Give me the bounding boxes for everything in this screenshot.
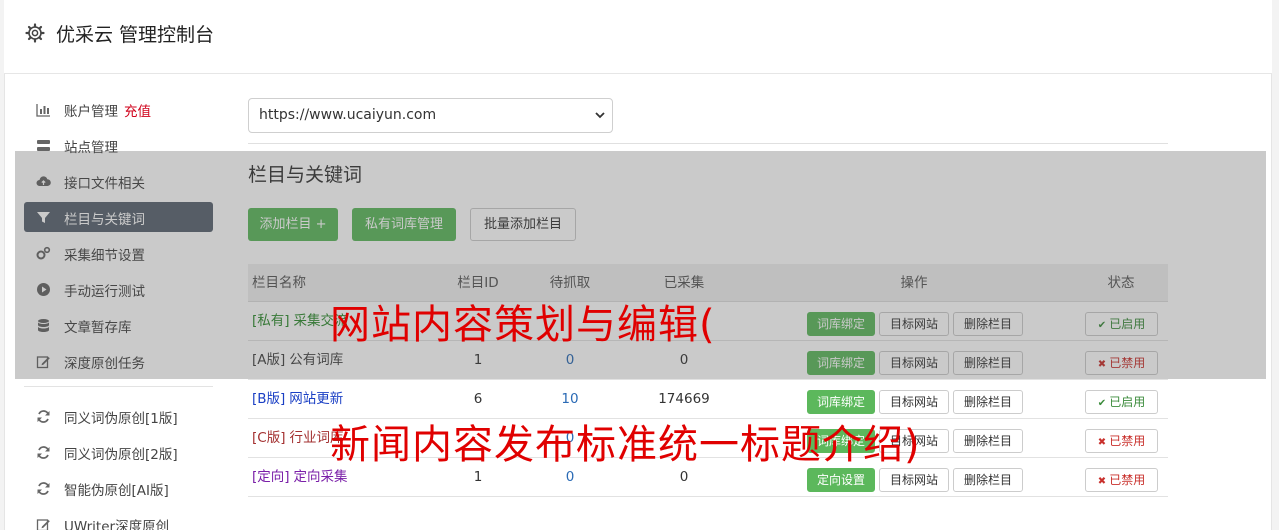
status-toggle[interactable]: ✔ 已启用 (1085, 390, 1158, 414)
sidebar-item-label: UWriter深度原创 (64, 519, 170, 530)
app-title: 优采云 管理控制台 (56, 24, 215, 46)
column-tag: [B版] (252, 391, 286, 407)
site-select-value: https://www.ucaiyun.com (259, 107, 437, 123)
bind-lib-button[interactable]: 词库绑定 (807, 390, 875, 414)
delete-column-button[interactable]: 删除栏目 (953, 468, 1023, 492)
sidebar-item-label: 同义词伪原创[2版] (64, 447, 178, 463)
refresh-icon (37, 482, 50, 495)
watermark-line-1: 网站内容策划与编辑( (330, 302, 716, 348)
sidebar-item-label: 智能伪原创[AI版] (64, 483, 169, 499)
status-label: 已禁用 (1109, 473, 1146, 487)
top-header: 优采云 管理控制台 (4, 0, 1272, 74)
sidebar-item-synonym-v1[interactable]: 同义词伪原创[1版] (24, 401, 213, 431)
close-icon: ✖ (1097, 476, 1110, 487)
sidebar-item-synonym-v2[interactable]: 同义词伪原创[2版] (24, 437, 213, 467)
status-label: 已禁用 (1109, 434, 1146, 448)
target-site-button[interactable]: 目标网站 (879, 468, 949, 492)
status-toggle[interactable]: ✖ 已禁用 (1085, 429, 1158, 453)
column-tag: [C版] (252, 430, 286, 446)
edit-icon (36, 519, 50, 530)
refresh-icon (37, 410, 50, 423)
delete-column-button[interactable]: 删除栏目 (953, 429, 1023, 453)
site-select[interactable]: https://www.ucaiyun.com (248, 98, 613, 133)
watermark-line-2: 新闻内容发布标准统一标题介绍) (330, 422, 921, 468)
refresh-icon (37, 446, 50, 459)
target-site-button[interactable]: 目标网站 (879, 390, 949, 414)
delete-column-button[interactable]: 删除栏目 (953, 390, 1023, 414)
column-title: 网站更新 (289, 391, 344, 407)
sidebar-item-label: 同义词伪原创[1版] (64, 411, 178, 427)
sidebar-item-uwriter[interactable]: UWriter深度原创 (24, 509, 213, 530)
column-title: 定向采集 (293, 469, 348, 485)
sidebar-item-label: 账户管理 (64, 104, 118, 120)
status-label: 已启用 (1109, 395, 1146, 409)
status-toggle[interactable]: ✖ 已禁用 (1085, 468, 1158, 492)
column-tag: [定向] (252, 469, 290, 485)
recharge-link[interactable]: 充值 (124, 104, 151, 120)
bar-chart-icon (36, 104, 50, 117)
divider (248, 143, 1168, 144)
sidebar-item-ai-original[interactable]: 智能伪原创[AI版] (24, 473, 213, 503)
check-icon: ✔ (1097, 398, 1110, 409)
chevron-down-icon (595, 112, 605, 119)
gear-icon[interactable] (25, 23, 45, 43)
sidebar-divider (24, 386, 213, 387)
bind-lib-button[interactable]: 定向设置 (807, 468, 875, 492)
close-icon: ✖ (1097, 437, 1110, 448)
sidebar-item-account[interactable]: 账户管理 充值 (24, 94, 213, 124)
